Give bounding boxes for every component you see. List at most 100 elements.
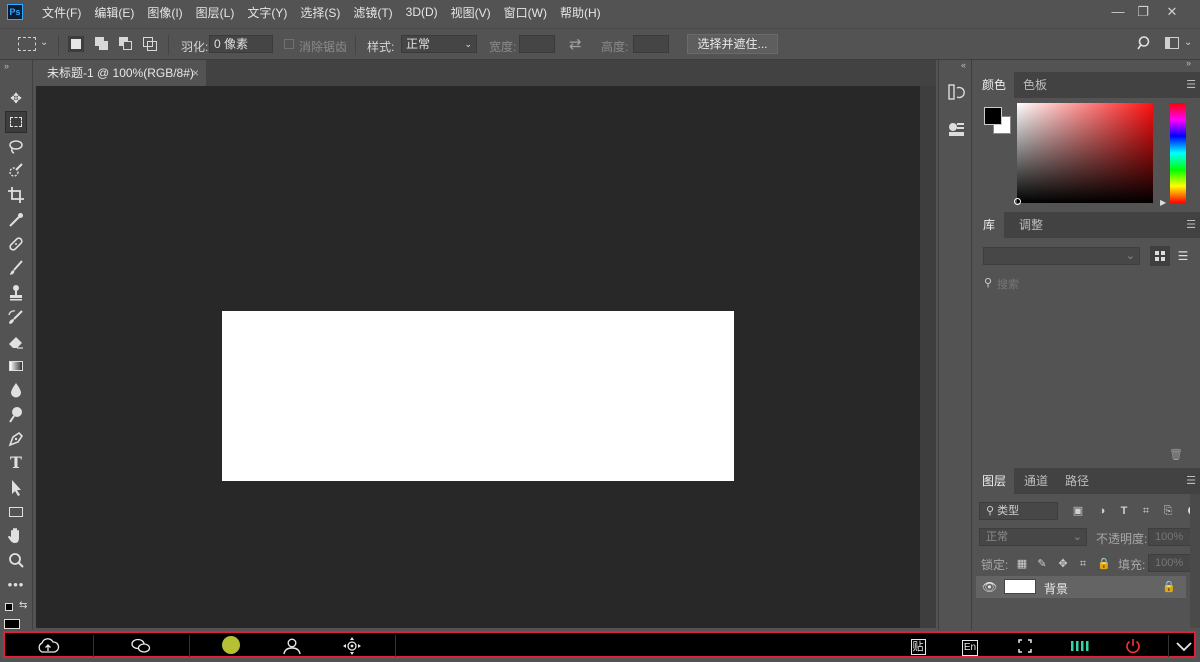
hue-slider[interactable]: [1170, 103, 1186, 203]
pen-tool-icon[interactable]: [5, 428, 27, 450]
history-panel-icon[interactable]: [946, 82, 966, 102]
fullscreen-icon[interactable]: [1012, 636, 1038, 656]
tab-channels[interactable]: 通道: [1016, 468, 1056, 494]
swap-colors-icon[interactable]: ⇆: [19, 600, 27, 611]
layer-row[interactable]: 👁 背景 🔒: [976, 576, 1186, 598]
user-icon[interactable]: [279, 636, 305, 656]
workspace-icon[interactable]: [1165, 37, 1179, 49]
filter-pixel-icon[interactable]: ▣: [1071, 504, 1085, 518]
crop-tool-icon[interactable]: [5, 184, 27, 206]
zoom-tool-icon[interactable]: [5, 550, 27, 572]
menu-file[interactable]: 文件(F): [42, 4, 81, 21]
close-window-button[interactable]: ✕: [1160, 2, 1184, 22]
eraser-tool-icon[interactable]: [5, 330, 27, 352]
chevron-down-icon[interactable]: ⌄: [1184, 37, 1192, 48]
select-and-mask-button[interactable]: 选择并遮住...: [687, 34, 778, 54]
list-view-icon[interactable]: ☰: [1175, 246, 1191, 266]
lock-image-icon[interactable]: ✎: [1035, 557, 1049, 571]
power-icon[interactable]: [1120, 636, 1146, 656]
opacity-input[interactable]: 100%: [1148, 528, 1192, 546]
lock-transparent-icon[interactable]: ▦: [1015, 557, 1029, 571]
filter-type-icon[interactable]: T: [1117, 504, 1131, 518]
chevron-down-icon[interactable]: [1171, 636, 1197, 656]
healing-brush-tool-icon[interactable]: [5, 233, 27, 255]
menu-layer[interactable]: 图层(L): [196, 4, 235, 21]
filter-smart-object-icon[interactable]: ⎘: [1161, 504, 1175, 518]
upload-cloud-icon[interactable]: [35, 636, 61, 656]
collapse-panels-icon[interactable]: «: [961, 60, 966, 70]
restore-button[interactable]: ❐: [1131, 2, 1155, 22]
document-tab[interactable]: 未标题-1 @ 100%(RGB/8#) ×: [36, 60, 206, 86]
subtract-selection-icon[interactable]: [118, 36, 134, 52]
menu-help[interactable]: 帮助(H): [560, 4, 601, 21]
search-icon[interactable]: [1137, 35, 1153, 51]
lock-position-icon[interactable]: ✥: [1056, 557, 1070, 571]
lasso-tool-icon[interactable]: [5, 136, 27, 158]
panel-menu-icon[interactable]: ☰: [1184, 212, 1198, 238]
move-tool-icon[interactable]: ✥: [5, 87, 27, 109]
menu-image[interactable]: 图像(I): [147, 4, 182, 21]
antialias-checkbox[interactable]: [284, 39, 294, 49]
color-picker-field[interactable]: [1017, 103, 1153, 203]
style-select[interactable]: 正常 ⌄: [401, 35, 477, 53]
input-method-icon[interactable]: En: [957, 636, 983, 656]
eyedropper-tool-icon[interactable]: [5, 209, 27, 231]
chat-icon[interactable]: [128, 636, 154, 656]
marquee-tool-icon[interactable]: [5, 111, 27, 133]
more-tools-icon[interactable]: •••: [5, 574, 27, 596]
document-canvas[interactable]: [222, 311, 734, 481]
intersect-selection-icon[interactable]: [142, 36, 158, 52]
foreground-color-swatch[interactable]: [4, 619, 20, 629]
height-input[interactable]: [633, 35, 669, 53]
tab-swatches[interactable]: 色板: [1014, 72, 1056, 98]
tab-library[interactable]: 库: [974, 212, 1004, 238]
filter-shape-icon[interactable]: ⌗: [1139, 504, 1153, 518]
quick-selection-tool-icon[interactable]: [5, 160, 27, 182]
tab-adjustments[interactable]: 调整: [1010, 212, 1052, 238]
menu-select[interactable]: 选择(S): [300, 4, 340, 21]
picker-cursor[interactable]: [1014, 198, 1021, 205]
layer-filter-select[interactable]: ⚲ 类型: [979, 502, 1058, 520]
hand-tool-icon[interactable]: [5, 525, 27, 547]
stamp-tool-icon[interactable]: [5, 282, 27, 304]
brush-tool-icon[interactable]: [5, 257, 27, 279]
lock-artboard-icon[interactable]: ⌗: [1076, 557, 1090, 571]
path-selection-tool-icon[interactable]: [5, 477, 27, 499]
menu-filter[interactable]: 滤镜(T): [353, 4, 392, 21]
close-tab-icon[interactable]: ×: [192, 60, 199, 86]
panel-menu-icon[interactable]: ☰: [1184, 468, 1198, 494]
default-colors-icon[interactable]: [5, 603, 13, 611]
rectangle-tool-icon[interactable]: [5, 501, 27, 523]
filter-adjustment-icon[interactable]: ◑: [1095, 504, 1109, 518]
menu-window[interactable]: 窗口(W): [504, 4, 547, 21]
library-search-placeholder[interactable]: 搜索: [997, 276, 1019, 292]
history-brush-tool-icon[interactable]: [5, 306, 27, 328]
new-selection-icon[interactable]: [68, 36, 84, 52]
menu-edit[interactable]: 编辑(E): [94, 4, 134, 21]
menu-type[interactable]: 文字(Y): [247, 4, 287, 21]
gradient-tool-icon[interactable]: [5, 355, 27, 377]
tab-layers[interactable]: 图层: [974, 468, 1014, 494]
foreground-color-swatch[interactable]: [984, 107, 1002, 125]
collapse-right-icon[interactable]: »: [1186, 58, 1191, 68]
layers-scrollbar[interactable]: [1190, 494, 1200, 628]
properties-panel-icon[interactable]: [946, 119, 966, 139]
minimize-button[interactable]: —: [1106, 2, 1130, 22]
panel-menu-icon[interactable]: ☰: [1184, 72, 1198, 98]
menu-view[interactable]: 视图(V): [451, 4, 491, 21]
marquee-preset-icon[interactable]: [18, 37, 36, 51]
dodge-tool-icon[interactable]: [5, 404, 27, 426]
eye-icon[interactable]: 👁: [982, 580, 997, 594]
menu-3d[interactable]: 3D(D): [406, 5, 438, 19]
blur-tool-icon[interactable]: [5, 379, 27, 401]
fill-input[interactable]: 100%: [1148, 554, 1192, 572]
type-tool-icon[interactable]: T: [5, 452, 27, 474]
expand-toolbar-icon[interactable]: »: [4, 61, 9, 71]
move-icon[interactable]: [339, 636, 365, 656]
grid-view-icon[interactable]: [1150, 246, 1170, 266]
paste-icon[interactable]: 贴: [905, 636, 931, 656]
feather-input[interactable]: 0 像素: [209, 35, 273, 53]
tab-paths[interactable]: 路径: [1058, 468, 1096, 494]
chevron-down-icon[interactable]: ⌄: [40, 37, 48, 48]
vertical-scrollbar[interactable]: [920, 86, 936, 628]
